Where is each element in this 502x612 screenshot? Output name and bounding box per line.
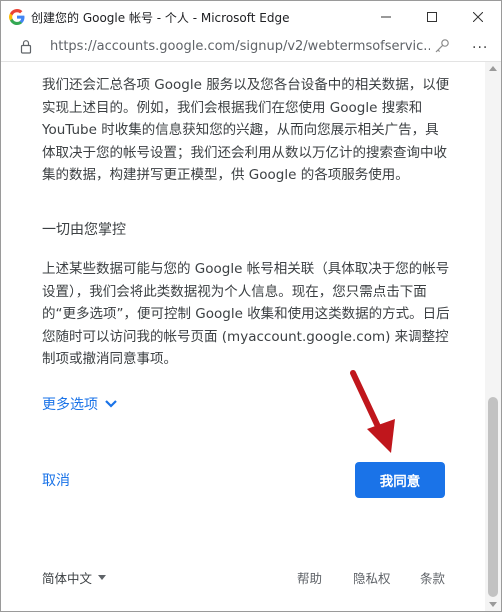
maximize-icon: [427, 12, 437, 22]
minimize-button[interactable]: [363, 1, 409, 33]
address-bar: https://accounts.google.com/signup/v2/we…: [1, 33, 501, 62]
url-field[interactable]: https://accounts.google.com/signup/v2/we…: [50, 39, 430, 54]
close-icon: [473, 12, 483, 22]
more-options-label: 更多选项: [42, 397, 98, 413]
title-bar: 创建您的 Google 帐号 - 个人 - Microsoft Edge: [1, 1, 501, 33]
key-icon[interactable]: [434, 38, 450, 54]
google-logo-icon: [9, 9, 25, 25]
control-paragraph: 上述某些数据可能与您的 Google 帐号相关联（具体取决于您的帐号设置），我们…: [42, 261, 450, 367]
cancel-button[interactable]: 取消: [42, 470, 70, 490]
agree-button[interactable]: 我同意: [355, 462, 445, 498]
scroll-down-icon[interactable]: [489, 602, 497, 607]
dropdown-arrow-icon: [98, 575, 107, 580]
more-menu-icon[interactable]: ···: [472, 40, 488, 56]
scroll-up-icon[interactable]: [489, 66, 497, 71]
data-usage-paragraph: 我们还会汇总各项 Google 服务以及您各台设备中的相关数据，以便实现上述目的…: [42, 77, 450, 183]
terms-link[interactable]: 条款: [420, 568, 445, 587]
red-arrow-annotation: [350, 370, 395, 453]
lock-icon[interactable]: [20, 39, 32, 54]
section-heading: 一切由您掌控: [42, 222, 126, 238]
maximize-button[interactable]: [409, 1, 455, 33]
more-options-link[interactable]: 更多选项: [42, 394, 118, 414]
privacy-link[interactable]: 隐私权: [353, 568, 391, 587]
close-window-button[interactable]: [455, 1, 501, 33]
window-title: 创建您的 Google 帐号 - 个人 - Microsoft Edge: [31, 11, 290, 25]
scrollbar-thumb[interactable]: [488, 397, 498, 597]
help-link[interactable]: 帮助: [297, 568, 322, 587]
browser-window: 创建您的 Google 帐号 - 个人 - Microsoft Edge htt…: [0, 0, 502, 612]
minimize-icon: [381, 16, 391, 18]
language-label: 简体中文: [42, 571, 93, 586]
vertical-scrollbar[interactable]: [485, 62, 501, 611]
page-content: 我们还会汇总各项 Google 服务以及您各台设备中的相关数据，以便实现上述目的…: [1, 62, 485, 611]
chevron-down-icon: [105, 400, 117, 408]
language-selector[interactable]: 简体中文: [42, 568, 107, 587]
